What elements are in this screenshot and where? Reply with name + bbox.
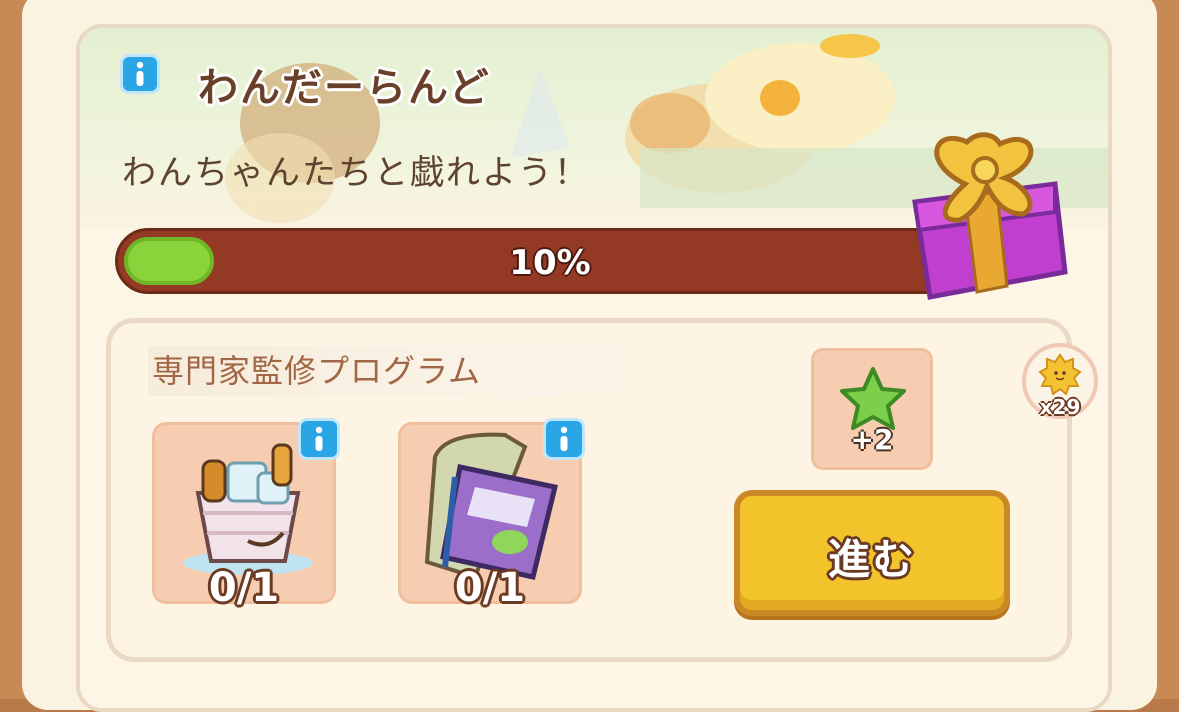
- item-1-info-button[interactable]: [298, 418, 340, 460]
- info-icon: [315, 426, 323, 451]
- event-title: わんだーらんど: [198, 65, 491, 111]
- event-info-button[interactable]: [120, 54, 160, 94]
- reward-tile[interactable]: +2: [811, 348, 933, 470]
- gift-box-icon[interactable]: [905, 122, 1075, 312]
- go-button[interactable]: 進む: [734, 490, 1010, 616]
- program-label: 専門家監修プログラム: [148, 346, 704, 396]
- event-progress-bar: 10%: [115, 228, 985, 294]
- currency-badge[interactable]: x29: [1022, 343, 1098, 419]
- item-count: 0/1: [208, 565, 280, 611]
- item-count: 0/1: [454, 565, 526, 611]
- info-icon: [136, 61, 144, 86]
- event-subtitle: わんちゃんたちと戯れよう！: [122, 153, 590, 193]
- reward-quantity: +2: [850, 423, 894, 456]
- go-button-label: 進む: [827, 535, 916, 584]
- progress-label: 10%: [509, 243, 591, 283]
- item-2-info-button[interactable]: [543, 418, 585, 460]
- currency-quantity: x29: [1039, 395, 1081, 419]
- info-icon: [560, 426, 568, 451]
- sun-coin-icon: [1038, 353, 1082, 396]
